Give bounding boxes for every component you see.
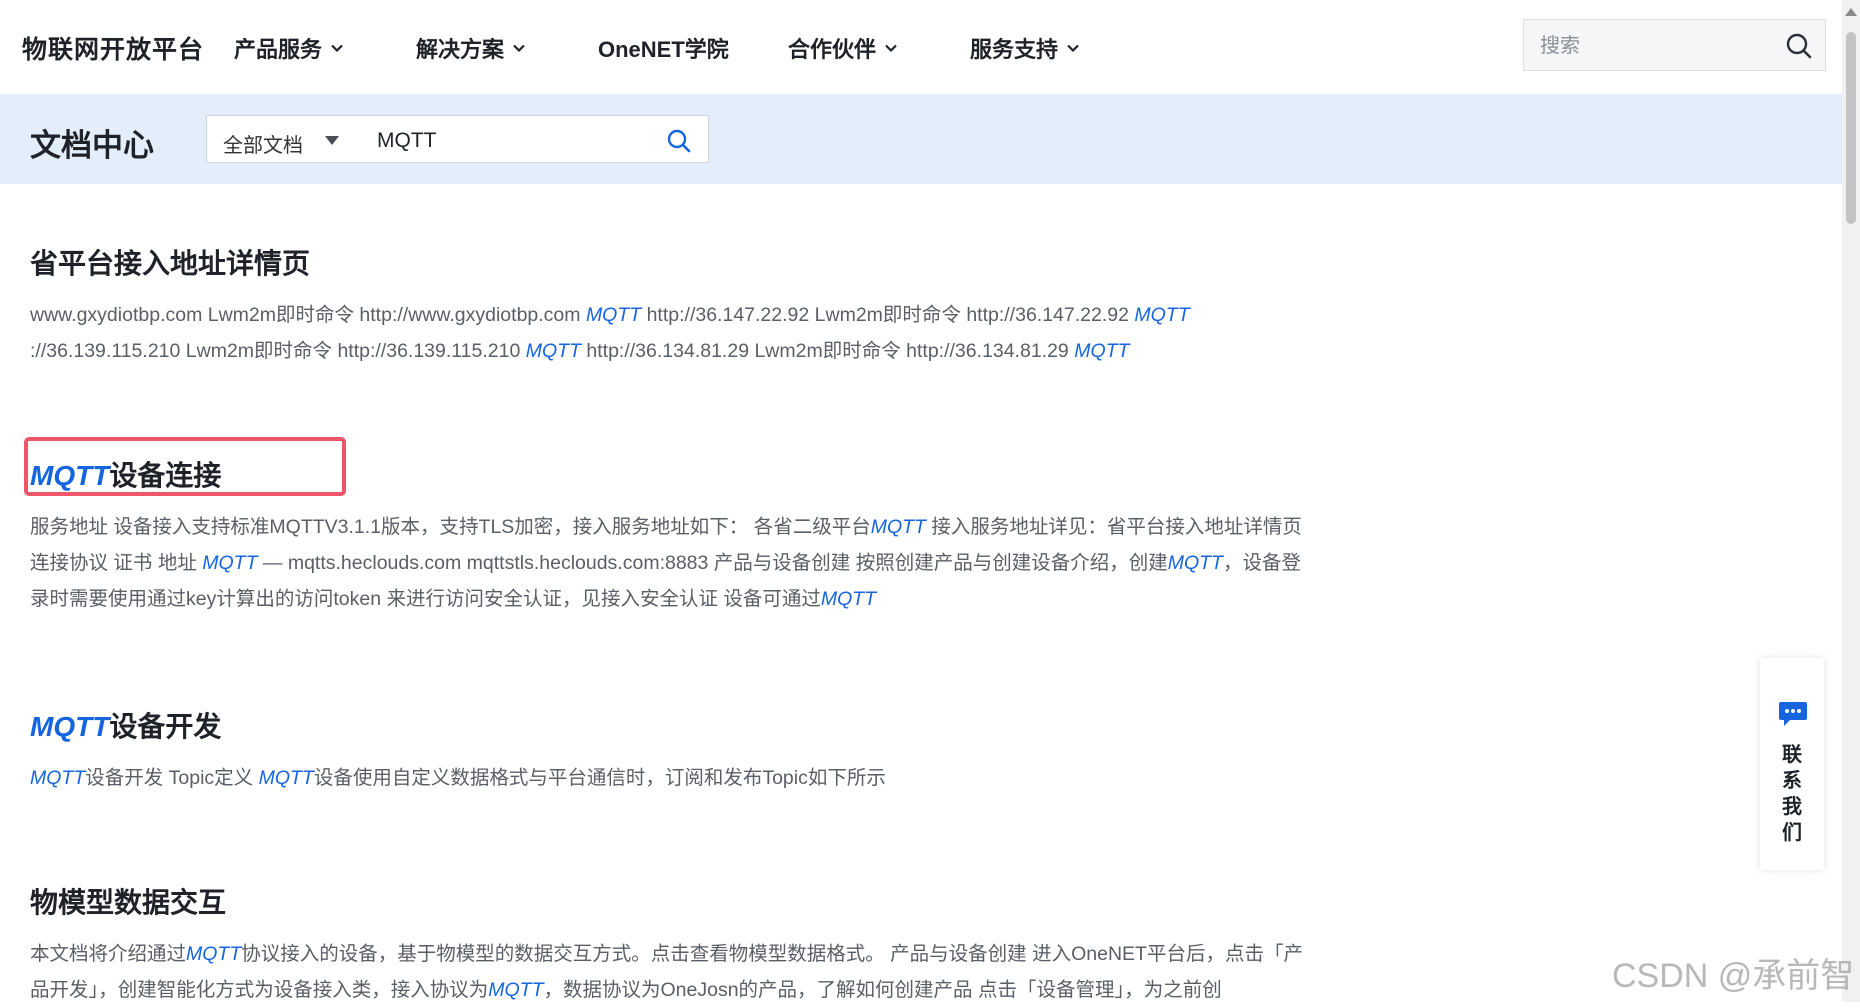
annotation-highlight-box <box>24 437 346 496</box>
text-segment: 设备开发 Topic定义 <box>85 767 259 789</box>
contact-char: 系 <box>1782 770 1802 792</box>
page-title: 文档中心 <box>30 128 154 163</box>
keyword-highlight: MQTT <box>820 588 877 610</box>
keyword-highlight: MQTT <box>186 943 242 965</box>
contact-us-button[interactable]: 联 系 我 们 <box>1760 658 1824 870</box>
nav-item-label: 产品服务 <box>234 37 323 62</box>
text-segment: ，数据协议为OneJosn的产品，了解如何创建产品 点击「设备管理」，为之前创 <box>543 979 1222 1001</box>
scroll-up-arrow-icon[interactable] <box>1845 8 1857 16</box>
nav-item-label: OneNET学院 <box>598 37 729 62</box>
result-snippet: MQTT设备开发 Topic定义 MQTT设备使用自定义数据格式与平台通信时，订… <box>30 760 1320 796</box>
nav-item-solutions[interactable]: 解决方案 <box>416 32 526 64</box>
nav-item-partners[interactable]: 合作伙伴 <box>788 32 898 64</box>
search-icon[interactable] <box>666 128 692 154</box>
result-item: 物模型数据交互 本文档将介绍通过MQTT协议接入的设备，基于物模型的数据交互方式… <box>30 884 1330 1008</box>
keyword-highlight: MQTT <box>525 340 581 362</box>
keyword-highlight: MQTT <box>1167 552 1223 574</box>
text-segment: http://36.134.81.29 Lwm2m即时命令 http://36.… <box>580 340 1075 362</box>
result-item: 省平台接入地址详情页 www.gxydiotbp.com Lwm2m即时命令 h… <box>30 245 1330 369</box>
search-icon[interactable] <box>1785 32 1813 60</box>
contact-char: 们 <box>1782 822 1802 844</box>
result-item: MQTT设备开发 MQTT设备开发 Topic定义 MQTT设备使用自定义数据格… <box>30 708 1330 796</box>
text-segment: www.gxydiotbp.com Lwm2m即时命令 http://www.g… <box>30 304 586 326</box>
result-title[interactable]: 物模型数据交互 <box>30 884 1330 922</box>
text-segment: 本文档将介绍通过 <box>30 943 187 965</box>
doc-search-input[interactable] <box>375 125 649 157</box>
result-title[interactable]: MQTT设备开发 <box>30 708 1330 746</box>
text-segment: http://36.147.22.92 Lwm2m即时命令 http://36.… <box>641 304 1135 326</box>
keyword-highlight: MQTT <box>1134 304 1190 326</box>
keyword-highlight: MQTT <box>258 767 314 789</box>
doc-center-bar: 文档中心 全部文档 <box>0 94 1842 184</box>
doc-scope-selected: 全部文档 <box>223 135 303 157</box>
chevron-down-icon <box>885 44 897 53</box>
nav-item-support[interactable]: 服务支持 <box>970 32 1080 64</box>
result-snippet: www.gxydiotbp.com Lwm2m即时命令 http://www.g… <box>30 297 1320 369</box>
contact-char: 联 <box>1782 744 1802 766</box>
chat-icon <box>1779 702 1807 726</box>
global-search-input[interactable] <box>1538 30 1772 62</box>
doc-scope-select[interactable]: 全部文档 <box>206 115 356 163</box>
keyword-highlight: MQTT <box>488 979 544 1001</box>
chevron-down-icon <box>1067 44 1079 53</box>
text-segment: 省平台接入地址详情页 <box>30 248 311 279</box>
caret-down-icon <box>325 136 339 145</box>
keyword-highlight: MQTT <box>30 767 86 789</box>
doc-search-box <box>355 115 709 163</box>
top-navigation: 物联网开放平台 产品服务 解决方案 OneNET学院 合作伙伴 服务支持 <box>0 0 1842 95</box>
contact-char: 我 <box>1782 796 1802 818</box>
nav-item-products[interactable]: 产品服务 <box>234 32 344 64</box>
text-segment: 设备开发 <box>109 711 222 742</box>
text-segment: ://36.139.115.210 Lwm2m即时命令 http://36.13… <box>30 340 526 362</box>
nav-item-label: 解决方案 <box>416 37 505 62</box>
contact-us-label: 联 系 我 们 <box>1760 742 1824 846</box>
global-search-box <box>1523 19 1826 71</box>
result-snippet: 服务地址 设备接入支持标准MQTTV3.1.1版本，支持TLS加密，接入服务地址… <box>30 509 1320 617</box>
text-segment: 设备使用自定义数据格式与平台通信时，订阅和发布Topic如下所示 <box>313 767 886 789</box>
keyword-highlight: MQTT <box>202 552 258 574</box>
keyword-highlight: MQTT <box>585 304 642 326</box>
result-snippet: 本文档将介绍通过MQTT协议接入的设备，基于物模型的数据交互方式。点击查看物模型… <box>30 936 1320 1008</box>
nav-item-academy[interactable]: OneNET学院 <box>598 32 729 64</box>
keyword-highlight: MQTT <box>870 516 926 538</box>
watermark: CSDN @承前智 <box>1612 957 1855 995</box>
keyword-highlight: MQTT <box>1074 340 1130 362</box>
text-segment: 物模型数据交互 <box>30 887 227 918</box>
chevron-down-icon <box>513 44 525 53</box>
chevron-down-icon <box>331 44 343 53</box>
text-segment: — mqtts.heclouds.com mqttstls.heclouds.c… <box>257 552 1168 574</box>
brand-logo-text[interactable]: 物联网开放平台 <box>22 30 204 66</box>
text-segment: 服务地址 设备接入支持标准MQTTV3.1.1版本，支持TLS加密，接入服务地址… <box>30 516 871 538</box>
keyword-highlight: MQTT <box>30 711 110 742</box>
scrollbar-thumb[interactable] <box>1846 32 1856 224</box>
nav-item-label: 合作伙伴 <box>788 37 877 62</box>
nav-item-label: 服务支持 <box>970 37 1059 62</box>
result-title[interactable]: 省平台接入地址详情页 <box>30 245 1330 283</box>
